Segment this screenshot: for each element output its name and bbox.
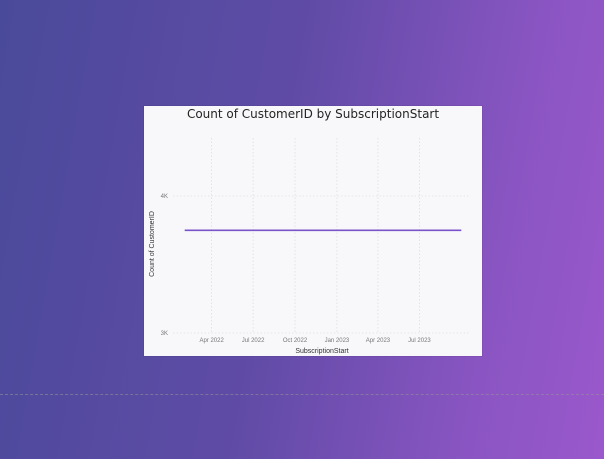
x-tick-label: Apr 2023 xyxy=(366,338,391,344)
line-chart: Count of CustomerID by SubscriptionStart… xyxy=(149,107,470,355)
y-tick-label: 3K xyxy=(161,331,168,337)
gridlines xyxy=(173,138,470,334)
x-axis-ticks: Apr 2022 Jul 2022 Oct 2022 Jan 2023 Apr 2023… xyxy=(199,338,431,344)
line-chart-visual[interactable]: Count of CustomerID by SubscriptionStart… xyxy=(144,106,482,356)
x-tick-label: Oct 2022 xyxy=(283,338,308,344)
y-tick-label: 4K xyxy=(161,194,168,200)
x-axis-title: SubscriptionStart xyxy=(295,348,348,355)
chart-title: Count of CustomerID by SubscriptionStart xyxy=(187,107,439,121)
x-tick-label: Jul 2023 xyxy=(408,338,431,344)
y-axis-title: Count of CustomerID xyxy=(149,211,156,277)
x-tick-label: Jan 2023 xyxy=(325,338,350,344)
x-tick-label: Jul 2022 xyxy=(242,338,265,344)
y-axis-ticks: 3K 4K xyxy=(161,194,168,337)
x-tick-label: Apr 2022 xyxy=(199,338,224,344)
canvas-divider xyxy=(0,394,604,395)
